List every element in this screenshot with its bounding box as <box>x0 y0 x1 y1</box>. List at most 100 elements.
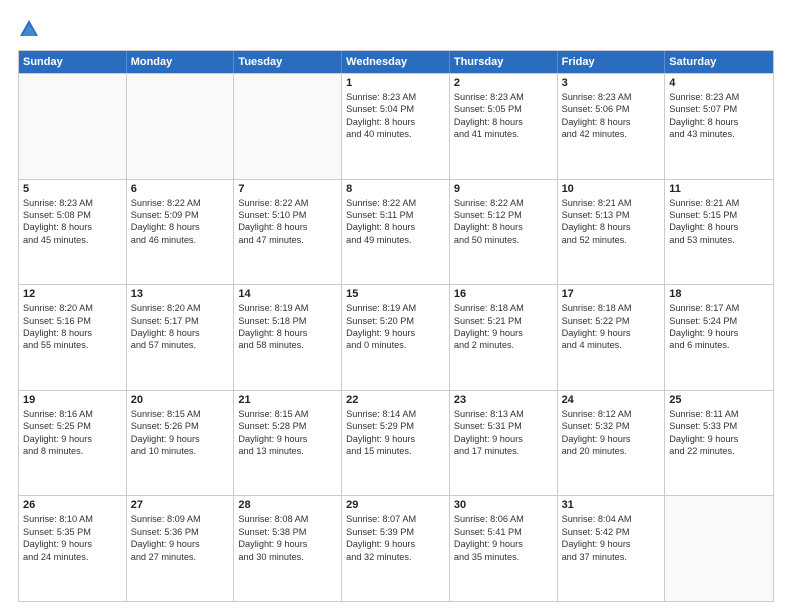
cell-line: Daylight: 8 hours <box>454 221 553 233</box>
cell-line: Daylight: 8 hours <box>131 327 230 339</box>
logo <box>18 18 44 40</box>
cell-line: Sunrise: 8:22 AM <box>131 197 230 209</box>
cell-line: Sunset: 5:29 PM <box>346 420 445 432</box>
cell-line: Sunset: 5:15 PM <box>669 209 769 221</box>
calendar-cell-2: 2Sunrise: 8:23 AMSunset: 5:05 PMDaylight… <box>450 74 558 179</box>
calendar-cell-20: 20Sunrise: 8:15 AMSunset: 5:26 PMDayligh… <box>127 391 235 496</box>
calendar-cell-empty-4-6 <box>665 496 773 601</box>
cell-line: Sunset: 5:08 PM <box>23 209 122 221</box>
day-number: 10 <box>562 183 661 195</box>
day-number: 5 <box>23 183 122 195</box>
cell-line: Sunset: 5:09 PM <box>131 209 230 221</box>
cell-line: Sunset: 5:35 PM <box>23 526 122 538</box>
day-number: 27 <box>131 499 230 511</box>
cell-line: Daylight: 9 hours <box>23 538 122 550</box>
cell-line: and 57 minutes. <box>131 339 230 351</box>
day-number: 11 <box>669 183 769 195</box>
cell-line: Daylight: 8 hours <box>669 116 769 128</box>
calendar-cell-1: 1Sunrise: 8:23 AMSunset: 5:04 PMDaylight… <box>342 74 450 179</box>
cell-line: Sunset: 5:36 PM <box>131 526 230 538</box>
cell-line: Sunrise: 8:23 AM <box>23 197 122 209</box>
cell-line: Daylight: 9 hours <box>562 538 661 550</box>
cell-line: and 8 minutes. <box>23 445 122 457</box>
cell-line: Sunrise: 8:11 AM <box>669 408 769 420</box>
calendar-cell-28: 28Sunrise: 8:08 AMSunset: 5:38 PMDayligh… <box>234 496 342 601</box>
calendar: SundayMondayTuesdayWednesdayThursdayFrid… <box>18 50 774 602</box>
cell-line: Sunset: 5:41 PM <box>454 526 553 538</box>
cell-line: and 4 minutes. <box>562 339 661 351</box>
day-number: 21 <box>238 394 337 406</box>
day-number: 1 <box>346 77 445 89</box>
day-header-tuesday: Tuesday <box>234 51 342 73</box>
cell-line: Daylight: 9 hours <box>669 327 769 339</box>
cell-line: and 10 minutes. <box>131 445 230 457</box>
cell-line: and 0 minutes. <box>346 339 445 351</box>
cell-line: and 22 minutes. <box>669 445 769 457</box>
cell-line: Sunrise: 8:19 AM <box>346 302 445 314</box>
cell-line: Sunrise: 8:18 AM <box>562 302 661 314</box>
cell-line: Sunrise: 8:10 AM <box>23 513 122 525</box>
cell-line: Sunrise: 8:23 AM <box>454 91 553 103</box>
calendar-cell-3: 3Sunrise: 8:23 AMSunset: 5:06 PMDaylight… <box>558 74 666 179</box>
calendar-cell-17: 17Sunrise: 8:18 AMSunset: 5:22 PMDayligh… <box>558 285 666 390</box>
cell-line: Sunset: 5:28 PM <box>238 420 337 432</box>
cell-line: Daylight: 9 hours <box>454 538 553 550</box>
cell-line: Sunrise: 8:14 AM <box>346 408 445 420</box>
day-number: 7 <box>238 183 337 195</box>
calendar-cell-14: 14Sunrise: 8:19 AMSunset: 5:18 PMDayligh… <box>234 285 342 390</box>
logo-icon <box>18 18 40 40</box>
cell-line: Sunrise: 8:07 AM <box>346 513 445 525</box>
calendar-cell-19: 19Sunrise: 8:16 AMSunset: 5:25 PMDayligh… <box>19 391 127 496</box>
cell-line: Sunset: 5:38 PM <box>238 526 337 538</box>
cell-line: Sunset: 5:20 PM <box>346 315 445 327</box>
calendar-cell-empty-0-2 <box>234 74 342 179</box>
cell-line: Sunset: 5:12 PM <box>454 209 553 221</box>
cell-line: and 2 minutes. <box>454 339 553 351</box>
cell-line: and 41 minutes. <box>454 128 553 140</box>
cell-line: Sunset: 5:31 PM <box>454 420 553 432</box>
cell-line: Daylight: 8 hours <box>454 116 553 128</box>
day-header-saturday: Saturday <box>665 51 773 73</box>
cell-line: Sunset: 5:22 PM <box>562 315 661 327</box>
cell-line: Daylight: 8 hours <box>346 116 445 128</box>
cell-line: Daylight: 9 hours <box>346 433 445 445</box>
calendar-cell-6: 6Sunrise: 8:22 AMSunset: 5:09 PMDaylight… <box>127 180 235 285</box>
cell-line: Sunset: 5:04 PM <box>346 103 445 115</box>
cell-line: and 6 minutes. <box>669 339 769 351</box>
cell-line: Daylight: 8 hours <box>23 221 122 233</box>
cell-line: and 32 minutes. <box>346 551 445 563</box>
calendar-row-0: 1Sunrise: 8:23 AMSunset: 5:04 PMDaylight… <box>19 73 773 179</box>
calendar-row-4: 26Sunrise: 8:10 AMSunset: 5:35 PMDayligh… <box>19 495 773 601</box>
cell-line: Sunrise: 8:15 AM <box>131 408 230 420</box>
cell-line: Sunrise: 8:18 AM <box>454 302 553 314</box>
calendar-cell-15: 15Sunrise: 8:19 AMSunset: 5:20 PMDayligh… <box>342 285 450 390</box>
cell-line: Daylight: 8 hours <box>669 221 769 233</box>
cell-line: Daylight: 9 hours <box>454 433 553 445</box>
cell-line: Daylight: 8 hours <box>562 221 661 233</box>
cell-line: Daylight: 9 hours <box>23 433 122 445</box>
day-number: 8 <box>346 183 445 195</box>
cell-line: and 13 minutes. <box>238 445 337 457</box>
day-number: 14 <box>238 288 337 300</box>
day-number: 20 <box>131 394 230 406</box>
cell-line: Sunset: 5:21 PM <box>454 315 553 327</box>
day-number: 4 <box>669 77 769 89</box>
cell-line: and 17 minutes. <box>454 445 553 457</box>
cell-line: Sunset: 5:33 PM <box>669 420 769 432</box>
cell-line: Daylight: 9 hours <box>346 538 445 550</box>
cell-line: Sunrise: 8:19 AM <box>238 302 337 314</box>
cell-line: and 27 minutes. <box>131 551 230 563</box>
calendar-cell-24: 24Sunrise: 8:12 AMSunset: 5:32 PMDayligh… <box>558 391 666 496</box>
calendar-cell-7: 7Sunrise: 8:22 AMSunset: 5:10 PMDaylight… <box>234 180 342 285</box>
cell-line: and 37 minutes. <box>562 551 661 563</box>
cell-line: Sunset: 5:06 PM <box>562 103 661 115</box>
cell-line: Daylight: 8 hours <box>238 327 337 339</box>
cell-line: Sunset: 5:39 PM <box>346 526 445 538</box>
cell-line: Daylight: 9 hours <box>238 538 337 550</box>
cell-line: Sunset: 5:11 PM <box>346 209 445 221</box>
cell-line: and 15 minutes. <box>346 445 445 457</box>
cell-line: and 47 minutes. <box>238 234 337 246</box>
calendar-cell-29: 29Sunrise: 8:07 AMSunset: 5:39 PMDayligh… <box>342 496 450 601</box>
calendar-cell-8: 8Sunrise: 8:22 AMSunset: 5:11 PMDaylight… <box>342 180 450 285</box>
cell-line: Sunset: 5:05 PM <box>454 103 553 115</box>
